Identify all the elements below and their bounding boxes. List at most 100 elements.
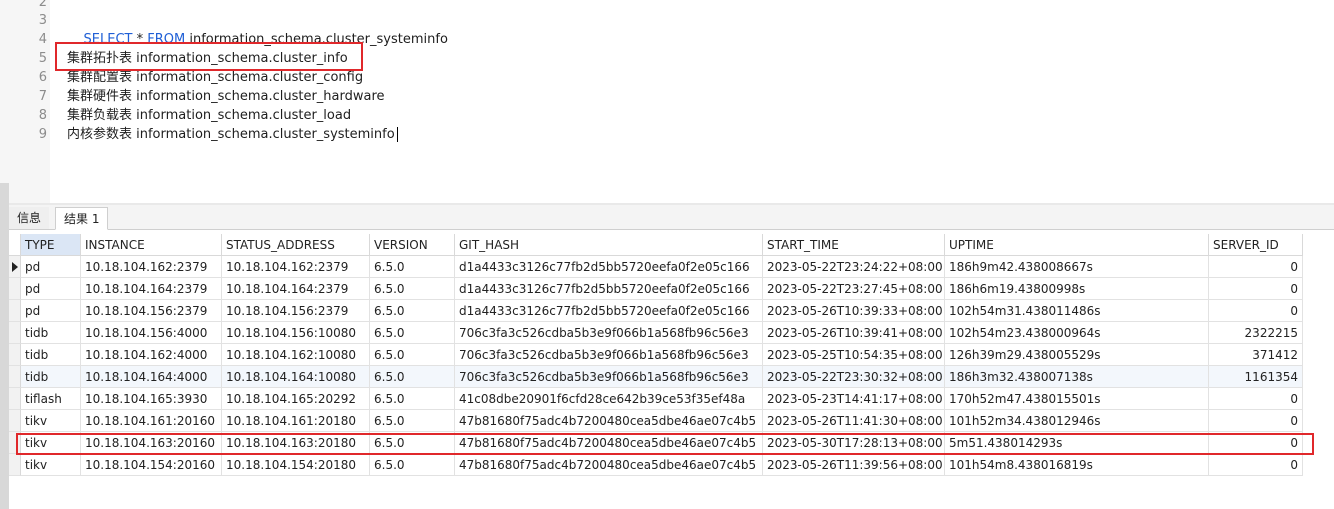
table-cell[interactable]: tidb bbox=[21, 322, 81, 344]
table-cell[interactable]: 6.5.0 bbox=[370, 410, 455, 432]
row-marker[interactable] bbox=[9, 388, 21, 410]
table-cell[interactable]: d1a4433c3126c77fb2d5bb5720eefa0f2e05c166 bbox=[455, 278, 763, 300]
table-cell[interactable]: 0 bbox=[1209, 410, 1303, 432]
table-cell[interactable]: 10.18.104.164:2379 bbox=[222, 278, 370, 300]
sql-editor[interactable]: 2 3 SELECT * FROM information_schema.clu… bbox=[0, 0, 1334, 203]
table-cell[interactable]: 10.18.104.156:10080 bbox=[222, 322, 370, 344]
table-cell[interactable]: 10.18.104.156:2379 bbox=[222, 300, 370, 322]
table-cell[interactable]: 10.18.104.161:20160 bbox=[81, 410, 222, 432]
table-cell[interactable]: d1a4433c3126c77fb2d5bb5720eefa0f2e05c166 bbox=[455, 300, 763, 322]
table-cell[interactable]: 0 bbox=[1209, 388, 1303, 410]
table-cell[interactable]: 102h54m23.438000964s bbox=[945, 322, 1209, 344]
table-cell[interactable]: 186h6m19.43800998s bbox=[945, 278, 1209, 300]
table-cell[interactable]: 10.18.104.154:20180 bbox=[222, 454, 370, 476]
table-cell[interactable]: 47b81680f75adc4b7200480cea5dbe46ae07c4b5 bbox=[455, 410, 763, 432]
table-cell[interactable]: tidb bbox=[21, 344, 81, 366]
table-row[interactable]: tiflash 10.18.104.165:3930 10.18.104.165:2… bbox=[9, 388, 1303, 410]
table-cell[interactable]: 6.5.0 bbox=[370, 454, 455, 476]
table-cell[interactable]: 10.18.104.162:10080 bbox=[222, 344, 370, 366]
column-header[interactable]: TYPE bbox=[21, 234, 81, 256]
table-cell[interactable]: 6.5.0 bbox=[370, 278, 455, 300]
table-cell[interactable]: 126h39m29.438005529s bbox=[945, 344, 1209, 366]
table-cell[interactable]: 0 bbox=[1209, 454, 1303, 476]
table-cell[interactable]: 371412 bbox=[1209, 344, 1303, 366]
table-cell[interactable]: 2023-05-26T10:39:41+08:00 bbox=[763, 322, 945, 344]
table-cell[interactable]: 101h52m34.438012946s bbox=[945, 410, 1209, 432]
table-cell[interactable]: 10.18.104.156:2379 bbox=[81, 300, 222, 322]
row-marker[interactable] bbox=[9, 278, 21, 300]
table-cell[interactable]: 2023-05-26T10:39:33+08:00 bbox=[763, 300, 945, 322]
table-cell[interactable]: 6.5.0 bbox=[370, 366, 455, 388]
table-row[interactable]: tidb 10.18.104.156:4000 10.18.104.156:1008… bbox=[9, 322, 1303, 344]
table-cell[interactable]: pd bbox=[21, 256, 81, 278]
row-marker[interactable] bbox=[9, 322, 21, 344]
table-cell[interactable]: 1161354 bbox=[1209, 366, 1303, 388]
table-cell[interactable]: 170h52m47.438015501s bbox=[945, 388, 1209, 410]
table-row[interactable]: pd 10.18.104.156:2379 10.18.104.156:2379 6.… bbox=[9, 300, 1303, 322]
table-cell[interactable]: 706c3fa3c526cdba5b3e9f066b1a568fb96c56e3 bbox=[455, 366, 763, 388]
table-cell[interactable]: 2023-05-25T10:54:35+08:00 bbox=[763, 344, 945, 366]
table-cell[interactable]: tiflash bbox=[21, 388, 81, 410]
table-cell[interactable]: tikv bbox=[21, 454, 81, 476]
table-cell[interactable]: 10.18.104.161:20180 bbox=[222, 410, 370, 432]
column-header[interactable]: GIT_HASH bbox=[455, 234, 763, 256]
table-cell[interactable]: 10.18.104.154:20160 bbox=[81, 454, 222, 476]
column-header[interactable]: START_TIME bbox=[763, 234, 945, 256]
table-cell[interactable]: 2023-05-22T23:30:32+08:00 bbox=[763, 366, 945, 388]
table-cell[interactable]: 6.5.0 bbox=[370, 256, 455, 278]
table-cell[interactable]: 10.18.104.162:4000 bbox=[81, 344, 222, 366]
tab-result-1[interactable]: 结果 1 bbox=[55, 207, 109, 230]
table-cell[interactable]: 10.18.104.156:4000 bbox=[81, 322, 222, 344]
editor-line-current[interactable]: 内核参数表 information_schema.cluster_systemi… bbox=[67, 125, 398, 144]
table-cell[interactable]: 186h3m32.438007138s bbox=[945, 366, 1209, 388]
sql-select-line[interactable]: SELECT * FROM information_schema.cluster… bbox=[67, 11, 448, 47]
table-cell[interactable]: tikv bbox=[21, 410, 81, 432]
table-cell[interactable]: 186h9m42.438008667s bbox=[945, 256, 1209, 278]
column-header[interactable]: STATUS_ADDRESS bbox=[222, 234, 370, 256]
table-cell[interactable]: 10.18.104.164:10080 bbox=[222, 366, 370, 388]
tab-info[interactable]: 信息 bbox=[9, 207, 50, 229]
column-header[interactable]: SERVER_ID bbox=[1209, 234, 1303, 256]
table-cell[interactable]: 102h54m31.438011486s bbox=[945, 300, 1209, 322]
table-cell[interactable]: 10.18.104.164:4000 bbox=[81, 366, 222, 388]
table-cell[interactable]: 10.18.104.162:2379 bbox=[222, 256, 370, 278]
table-cell[interactable]: tidb bbox=[21, 366, 81, 388]
row-marker[interactable] bbox=[9, 300, 21, 322]
row-marker[interactable] bbox=[9, 344, 21, 366]
row-marker[interactable] bbox=[9, 256, 21, 278]
column-header[interactable]: INSTANCE bbox=[81, 234, 222, 256]
table-cell[interactable]: 6.5.0 bbox=[370, 300, 455, 322]
table-cell[interactable]: 6.5.0 bbox=[370, 322, 455, 344]
table-row[interactable]: tikv 10.18.104.161:20160 10.18.104.161:201… bbox=[9, 410, 1303, 432]
table-cell[interactable]: 0 bbox=[1209, 278, 1303, 300]
table-cell[interactable]: 2023-05-22T23:27:45+08:00 bbox=[763, 278, 945, 300]
row-marker[interactable] bbox=[9, 454, 21, 476]
table-cell[interactable]: 10.18.104.162:2379 bbox=[81, 256, 222, 278]
table-cell[interactable]: 2023-05-26T11:39:56+08:00 bbox=[763, 454, 945, 476]
table-cell[interactable]: 706c3fa3c526cdba5b3e9f066b1a568fb96c56e3 bbox=[455, 322, 763, 344]
table-cell[interactable]: pd bbox=[21, 278, 81, 300]
column-header[interactable]: UPTIME bbox=[945, 234, 1209, 256]
table-cell[interactable]: 10.18.104.164:2379 bbox=[81, 278, 222, 300]
table-cell[interactable]: 10.18.104.165:3930 bbox=[81, 388, 222, 410]
table-row[interactable]: tikv 10.18.104.154:20160 10.18.104.154:201… bbox=[9, 454, 1303, 476]
table-cell[interactable]: 2023-05-26T11:41:30+08:00 bbox=[763, 410, 945, 432]
editor-line[interactable]: 集群负载表 information_schema.cluster_load bbox=[67, 106, 351, 125]
table-row[interactable]: tidb 10.18.104.164:4000 10.18.104.164:1008… bbox=[9, 366, 1303, 388]
table-row[interactable]: pd 10.18.104.164:2379 10.18.104.164:2379 6.… bbox=[9, 278, 1303, 300]
table-cell[interactable]: 0 bbox=[1209, 256, 1303, 278]
table-cell[interactable]: 2322215 bbox=[1209, 322, 1303, 344]
table-cell[interactable]: 6.5.0 bbox=[370, 388, 455, 410]
table-cell[interactable]: 2023-05-22T23:24:22+08:00 bbox=[763, 256, 945, 278]
table-cell[interactable]: 6.5.0 bbox=[370, 344, 455, 366]
column-header[interactable]: VERSION bbox=[370, 234, 455, 256]
row-marker[interactable] bbox=[9, 410, 21, 432]
panel-splitter[interactable] bbox=[0, 183, 9, 509]
table-cell[interactable]: pd bbox=[21, 300, 81, 322]
table-cell[interactable]: 41c08dbe20901f6cfd28ce642b39ce53f35ef48a bbox=[455, 388, 763, 410]
table-cell[interactable]: d1a4433c3126c77fb2d5bb5720eefa0f2e05c166 bbox=[455, 256, 763, 278]
table-row[interactable]: pd 10.18.104.162:2379 10.18.104.162:2379 6.… bbox=[9, 256, 1303, 278]
table-row[interactable]: tidb 10.18.104.162:4000 10.18.104.162:1008… bbox=[9, 344, 1303, 366]
table-cell[interactable]: 10.18.104.165:20292 bbox=[222, 388, 370, 410]
table-cell[interactable]: 706c3fa3c526cdba5b3e9f066b1a568fb96c56e3 bbox=[455, 344, 763, 366]
